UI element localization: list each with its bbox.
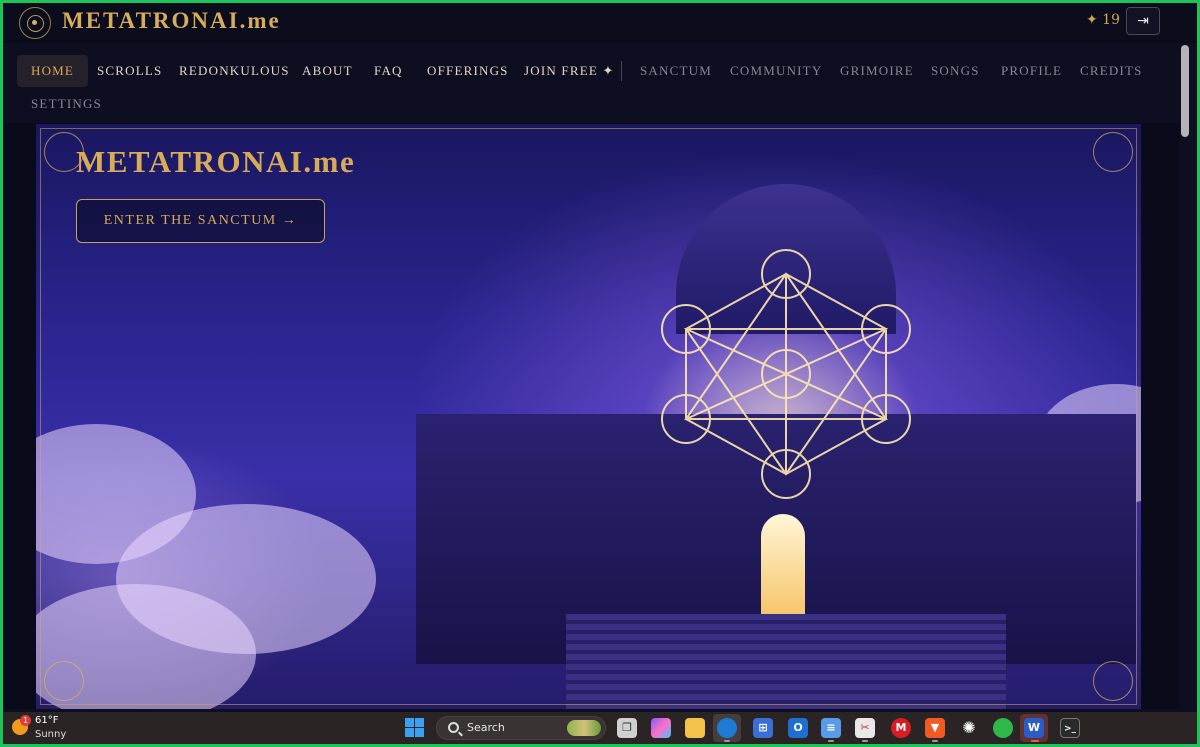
browser-window: METATRONAI.me ✦ 19 ⇥ HOME SCROLLS REDONK…: [3, 3, 1197, 744]
search-highlight-image: [567, 720, 601, 736]
windows-start-icon[interactable]: [405, 718, 425, 738]
file-explorer-icon[interactable]: [685, 718, 705, 738]
nav-grimoire[interactable]: GRIMOIRE: [840, 63, 914, 79]
hero-title: METATRONAI.me: [76, 144, 356, 179]
running-indicator: [724, 740, 730, 742]
nav-profile[interactable]: PROFILE: [1001, 63, 1062, 79]
logout-icon: ⇥: [1137, 13, 1149, 29]
corner-ornament-icon: [1093, 661, 1133, 701]
hero-banner: METATRONAI.me ENTER THE SANCTUM →: [36, 124, 1141, 709]
page-scrollbar[interactable]: [1179, 43, 1197, 744]
windows-taskbar: 1 61°F Sunny Search ❐ ⊞ O ≡ ✂ M ▼ ✺ W >_: [3, 712, 1197, 744]
brand-name[interactable]: METATRONAI.me: [62, 8, 281, 34]
nav-credits[interactable]: CREDITS: [1080, 63, 1143, 79]
terminal-icon[interactable]: >_: [1060, 718, 1080, 738]
nav-join-free[interactable]: JOIN FREE ✦: [524, 63, 615, 79]
nav-faq[interactable]: FAQ: [374, 63, 403, 79]
main-navigation: HOME SCROLLS REDONKULOUS ABOUT FAQ OFFER…: [3, 43, 1179, 123]
metatron-logo-icon[interactable]: [19, 7, 51, 39]
snipping-icon[interactable]: ✂: [855, 718, 875, 738]
weather-condition[interactable]: Sunny: [35, 729, 66, 740]
corner-ornament-icon: [44, 661, 84, 701]
corner-ornament-icon: [1093, 132, 1133, 172]
nav-divider: [621, 61, 622, 81]
chatgpt-icon[interactable]: ✺: [959, 718, 979, 738]
nav-settings[interactable]: SETTINGS: [31, 96, 102, 112]
outlook-icon[interactable]: O: [788, 718, 808, 738]
running-indicator: [932, 740, 938, 742]
site-header: METATRONAI.me ✦ 19 ⇥: [3, 3, 1197, 41]
taskbar-search[interactable]: Search: [436, 716, 606, 740]
nav-redonkulous[interactable]: REDONKULOUS: [179, 63, 290, 79]
razer-icon[interactable]: [993, 718, 1013, 738]
task-view-icon[interactable]: ❐: [617, 718, 637, 738]
enter-sanctum-button[interactable]: ENTER THE SANCTUM →: [76, 199, 325, 243]
notepad-icon[interactable]: ≡: [821, 718, 841, 738]
nav-songs[interactable]: SONGS: [931, 63, 980, 79]
nav-offerings[interactable]: OFFERINGS: [427, 63, 509, 79]
nav-sanctum[interactable]: SANCTUM: [640, 63, 712, 79]
copilot-icon[interactable]: [651, 718, 671, 738]
edge-icon[interactable]: [717, 718, 737, 738]
weather-temp[interactable]: 61°F: [35, 715, 58, 726]
store-icon[interactable]: ⊞: [753, 718, 773, 738]
search-icon: [448, 722, 459, 733]
nav-community[interactable]: COMMUNITY: [730, 63, 822, 79]
notification-badge: 1: [20, 715, 31, 726]
m-app-icon[interactable]: M: [891, 718, 911, 738]
star-counter: ✦ 19: [1086, 12, 1120, 28]
running-indicator: [1031, 740, 1039, 742]
search-label: Search: [467, 721, 505, 734]
nav-about[interactable]: ABOUT: [302, 63, 353, 79]
running-indicator: [862, 740, 868, 742]
scrollbar-thumb[interactable]: [1181, 45, 1189, 137]
nav-home[interactable]: HOME: [17, 55, 89, 87]
brave-icon[interactable]: ▼: [925, 718, 945, 738]
running-indicator: [828, 740, 834, 742]
logout-button[interactable]: ⇥: [1126, 7, 1160, 35]
word-icon[interactable]: W: [1024, 718, 1044, 738]
nav-scrolls[interactable]: SCROLLS: [97, 63, 162, 79]
